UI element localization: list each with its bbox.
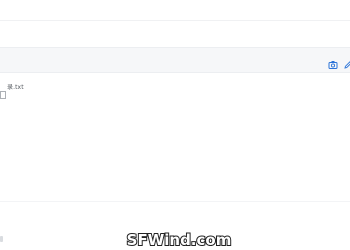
header-divider: [0, 20, 350, 21]
watermark-text: SFWind.com: [127, 231, 232, 249]
camera-icon[interactable]: [328, 55, 338, 69]
file-icon: [0, 84, 6, 99]
footer-divider: [0, 201, 350, 202]
toolbar: [0, 47, 350, 73]
edit-icon[interactable]: [343, 55, 350, 69]
watermark: SFWind.com: [126, 231, 233, 249]
file-list-item[interactable]: 录.txt: [0, 82, 24, 99]
file-name: 录.txt: [7, 84, 24, 91]
scroll-indicator: [0, 236, 3, 242]
